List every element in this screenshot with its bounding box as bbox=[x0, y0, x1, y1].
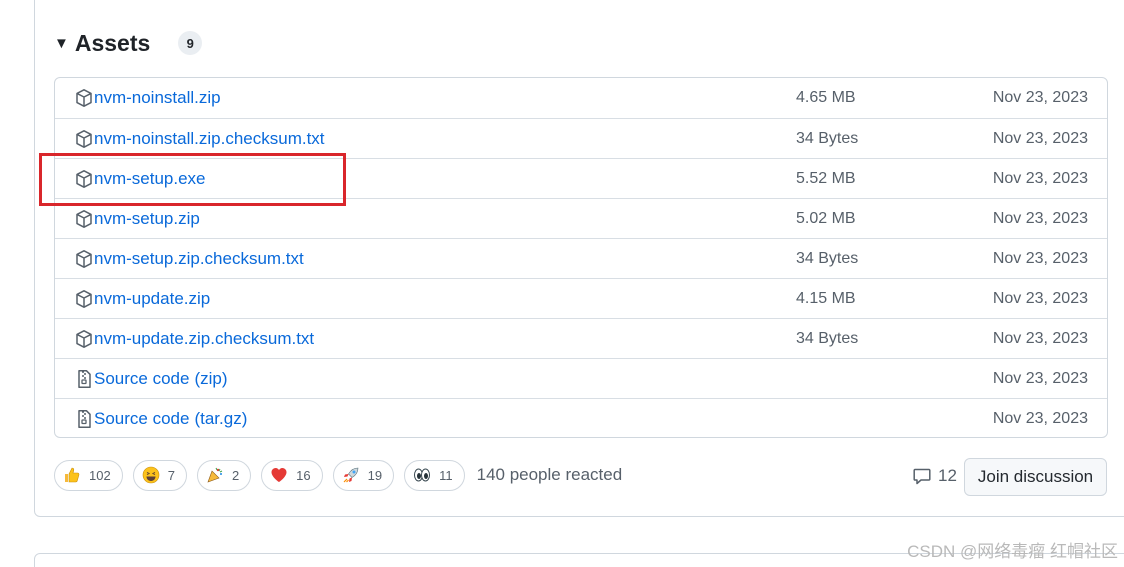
asset-date: Nov 23, 2023 bbox=[992, 370, 1088, 387]
package-icon bbox=[74, 129, 94, 149]
asset-size: 34 Bytes bbox=[796, 130, 859, 147]
asset-name: nvm-update.zip bbox=[94, 289, 211, 308]
reaction-eyes[interactable]: 11 bbox=[404, 459, 465, 491]
asset-download-link[interactable]: nvm-update.zip bbox=[94, 279, 210, 319]
asset-size: 34 Bytes bbox=[796, 250, 859, 267]
file-zip-icon bbox=[74, 409, 94, 429]
comment-count-value: 12 bbox=[938, 466, 957, 485]
assets-count-badge: 9 bbox=[178, 31, 203, 55]
reaction-count: 102 bbox=[89, 467, 111, 483]
asset-format: (zip) bbox=[194, 369, 228, 388]
asset-row: Source code (tar.gz) Nov 23, 2023 bbox=[55, 398, 1107, 437]
watermark: CSDN @网络毒瘤 红帽社区 bbox=[907, 542, 1118, 561]
asset-name: Source code bbox=[94, 369, 190, 388]
thumbs-up-icon bbox=[65, 467, 80, 483]
reaction-thumbs-up[interactable]: 102 bbox=[54, 459, 123, 491]
reaction-count: 16 bbox=[296, 467, 311, 483]
asset-date: Nov 23, 2023 bbox=[992, 170, 1088, 187]
asset-row: Source code (zip) Nov 23, 2023 bbox=[55, 358, 1107, 398]
rocket-icon bbox=[343, 467, 358, 483]
reactions-summary: 140 people reacted bbox=[476, 465, 623, 484]
reaction-hooray[interactable]: 2 bbox=[196, 459, 252, 491]
highlight-box bbox=[39, 153, 346, 206]
package-icon bbox=[74, 249, 94, 269]
comment-icon bbox=[913, 468, 931, 485]
asset-download-link[interactable]: Source code (tar.gz) bbox=[94, 399, 248, 437]
comment-count: 12 bbox=[912, 466, 957, 486]
asset-row: nvm-noinstall.zip.checksum.txt 34 Bytes No… bbox=[55, 118, 1107, 158]
asset-date: Nov 23, 2023 bbox=[992, 410, 1088, 427]
reaction-count: 19 bbox=[367, 467, 383, 483]
asset-row: nvm-noinstall.zip 4.65 MB Nov 23, 2023 bbox=[55, 78, 1107, 118]
asset-download-link[interactable]: nvm-setup.zip.checksum.txt bbox=[94, 239, 304, 279]
asset-name: Source code bbox=[94, 409, 190, 428]
reaction-rocket[interactable]: 19 bbox=[332, 459, 395, 491]
asset-name: nvm-setup.zip.checksum.txt bbox=[94, 249, 304, 268]
asset-date: Nov 23, 2023 bbox=[992, 89, 1088, 106]
reaction-count: 7 bbox=[167, 467, 175, 483]
file-zip-icon bbox=[74, 369, 94, 389]
reaction-count: 11 bbox=[439, 467, 453, 483]
asset-size: 4.65 MB bbox=[796, 89, 856, 106]
hooray-icon bbox=[207, 467, 223, 483]
asset-name: nvm-update.zip.checksum.txt bbox=[94, 329, 315, 348]
reaction-laugh[interactable]: 7 bbox=[132, 459, 187, 491]
asset-name: nvm-noinstall.zip bbox=[94, 88, 221, 107]
asset-name: nvm-noinstall.zip.checksum.txt bbox=[94, 129, 325, 148]
asset-row: nvm-update.zip.checksum.txt 34 Bytes Nov 2… bbox=[55, 318, 1107, 358]
asset-download-link[interactable]: nvm-noinstall.zip bbox=[94, 78, 221, 118]
asset-size: 34 Bytes bbox=[796, 330, 859, 347]
heart-icon bbox=[271, 468, 287, 482]
eyes-icon bbox=[414, 468, 431, 482]
asset-download-link[interactable]: nvm-update.zip.checksum.txt bbox=[94, 319, 314, 359]
reaction-heart[interactable]: 16 bbox=[261, 459, 323, 491]
asset-date: Nov 23, 2023 bbox=[992, 250, 1088, 267]
package-icon bbox=[74, 88, 94, 108]
assets-list: nvm-noinstall.zip 4.65 MB Nov 23, 2023 nvm-… bbox=[54, 77, 1108, 438]
asset-size: 5.52 MB bbox=[796, 170, 856, 187]
asset-row: nvm-setup.zip.checksum.txt 34 Bytes Nov 23… bbox=[55, 238, 1107, 278]
reactions-bar: 102 7 2 16 19 11 140 people reacted bbox=[54, 459, 622, 491]
asset-name: nvm-setup.zip bbox=[94, 209, 200, 228]
asset-date: Nov 23, 2023 bbox=[992, 290, 1088, 307]
asset-date: Nov 23, 2023 bbox=[992, 130, 1088, 147]
laugh-icon bbox=[142, 466, 160, 484]
asset-size: 4.15 MB bbox=[796, 290, 856, 307]
package-icon bbox=[74, 209, 94, 229]
join-discussion-button[interactable]: Join discussion bbox=[964, 458, 1107, 496]
reaction-count: 2 bbox=[231, 467, 240, 483]
asset-format: (tar.gz) bbox=[194, 409, 248, 428]
asset-size: 5.02 MB bbox=[796, 210, 856, 227]
caret-down-icon: ▼ bbox=[54, 34, 69, 52]
package-icon bbox=[74, 329, 94, 349]
asset-row: nvm-update.zip 4.15 MB Nov 23, 2023 bbox=[55, 278, 1107, 318]
asset-date: Nov 23, 2023 bbox=[992, 210, 1088, 227]
assets-title: Assets bbox=[74, 29, 151, 56]
asset-download-link[interactable]: Source code (zip) bbox=[94, 359, 228, 399]
assets-header[interactable]: ▼ Assets 9 bbox=[54, 28, 203, 58]
asset-date: Nov 23, 2023 bbox=[992, 330, 1088, 347]
package-icon bbox=[74, 289, 94, 309]
